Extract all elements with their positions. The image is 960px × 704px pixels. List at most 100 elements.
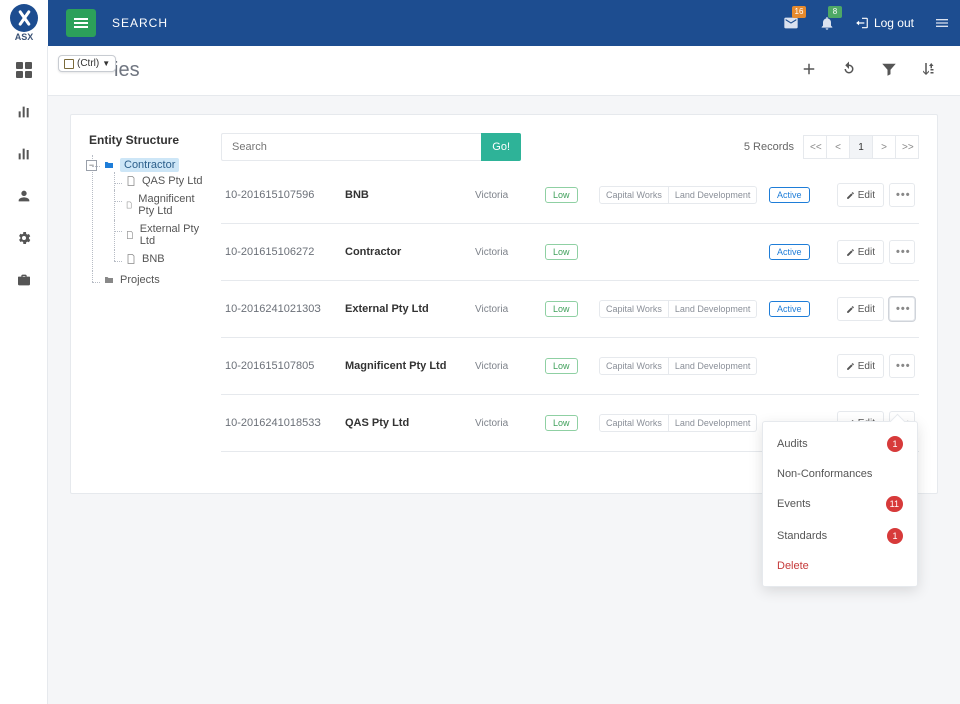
file-icon	[125, 253, 137, 265]
file-icon	[125, 229, 135, 241]
messages-count-badge: 16	[792, 6, 806, 18]
tree-node[interactable]: QAS Pty Ltd	[125, 175, 203, 187]
page-last[interactable]: >>	[895, 135, 919, 159]
table-row: 10-201615107596BNBVictoriaLowCapital Wor…	[221, 167, 919, 224]
pagination: << < 1 > >>	[804, 135, 919, 159]
search-input[interactable]	[221, 133, 481, 161]
refresh-button[interactable]	[840, 60, 858, 81]
chevron-down-icon: ▼	[102, 59, 110, 68]
menu-item[interactable]: Audits1	[763, 428, 917, 460]
menu-toggle-button[interactable]	[66, 9, 96, 37]
status-badge: Active	[769, 244, 810, 260]
rail-reports-1[interactable]	[14, 102, 34, 122]
edit-button[interactable]: Edit	[837, 354, 884, 378]
entity-id: 10-201615106272	[225, 246, 335, 258]
entity-tags: Capital WorksLand Development	[599, 414, 759, 432]
rail-briefcase[interactable]	[14, 270, 34, 290]
entity-tags: Capital WorksLand Development	[599, 186, 759, 204]
add-button[interactable]	[800, 60, 818, 81]
tree-node[interactable]: External Pty Ltd	[125, 223, 203, 247]
page-title: ies	[114, 59, 140, 82]
search-go-button[interactable]: Go!	[481, 133, 521, 161]
settings-drawer-button[interactable]	[924, 0, 960, 46]
more-button[interactable]: •••	[889, 354, 915, 378]
record-count: 5 Records	[744, 141, 794, 153]
more-button[interactable]: •••	[889, 183, 915, 207]
clipboard-icon	[64, 59, 74, 69]
tag[interactable]: Capital Works	[599, 357, 669, 375]
entity-region: Victoria	[475, 190, 535, 201]
messages-button[interactable]: 16	[773, 0, 809, 46]
entity-tree: Entity Structure − Contractor QAS Pty Lt…	[89, 133, 203, 475]
search-label[interactable]: SEARCH	[112, 16, 168, 30]
entity-tags: Capital WorksLand Development	[599, 357, 759, 375]
entity-region: Victoria	[475, 247, 535, 258]
logout-button[interactable]: Log out	[855, 16, 914, 30]
left-rail	[0, 46, 48, 704]
rail-reports-2[interactable]	[14, 144, 34, 164]
pencil-icon	[846, 362, 855, 371]
entity-name[interactable]: External Pty Ltd	[345, 303, 465, 315]
table-row: 10-201615106272 Contractor Victoria Low Acti…	[221, 224, 919, 281]
top-bar: ASX SEARCH 16 8 Log out	[0, 0, 960, 46]
entity-region: Victoria	[475, 418, 535, 429]
table-row: 10-201615107805Magnificent Pty LtdVictor…	[221, 338, 919, 395]
tag[interactable]: Land Development	[669, 186, 758, 204]
page-prev[interactable]: <	[826, 135, 850, 159]
count-badge: 1	[887, 528, 903, 544]
content-area: Entity Structure − Contractor QAS Pty Lt…	[48, 96, 960, 704]
page-current[interactable]: 1	[849, 135, 873, 159]
risk-pill: Low	[545, 301, 578, 317]
tag[interactable]: Capital Works	[599, 186, 669, 204]
entity-id: 10-201615107596	[225, 189, 335, 201]
filter-button[interactable]	[880, 60, 898, 81]
brand-logo[interactable]: ASX	[0, 0, 48, 46]
rail-dashboard[interactable]	[14, 60, 34, 80]
folder-open-icon	[103, 159, 115, 171]
page-first[interactable]: <<	[803, 135, 827, 159]
tag[interactable]: Capital Works	[599, 300, 669, 318]
entity-name[interactable]: Contractor	[345, 246, 465, 258]
menu-item[interactable]: Standards1	[763, 520, 917, 552]
tree-node-projects[interactable]: Projects	[103, 274, 203, 286]
entity-name[interactable]: BNB	[345, 189, 465, 201]
status-badge: Active	[769, 301, 810, 317]
entity-name[interactable]: Magnificent Pty Ltd	[345, 360, 465, 372]
rail-users[interactable]	[14, 186, 34, 206]
pencil-icon	[846, 191, 855, 200]
tree-node-contractor[interactable]: Contractor	[103, 158, 203, 172]
menu-item[interactable]: Events11	[763, 488, 917, 520]
more-button[interactable]: •••	[889, 240, 915, 264]
edit-button[interactable]: Edit	[837, 240, 884, 264]
notifications-button[interactable]: 8	[809, 0, 845, 46]
rail-settings[interactable]	[14, 228, 34, 248]
status-badge: Active	[769, 187, 810, 203]
row-more-menu: Audits1Non-ConformancesEvents11Standards…	[762, 421, 918, 587]
tree-node[interactable]: Magnificent Pty Ltd	[125, 193, 203, 217]
tag[interactable]: Land Development	[669, 357, 758, 375]
file-icon	[125, 175, 137, 187]
edit-button[interactable]: Edit	[837, 297, 884, 321]
entity-region: Victoria	[475, 304, 535, 315]
tag[interactable]: Capital Works	[599, 414, 669, 432]
page-next[interactable]: >	[872, 135, 896, 159]
menu-item[interactable]: Non-Conformances	[763, 460, 917, 488]
tag[interactable]: Land Development	[669, 300, 758, 318]
entity-id: 10-201624102130З	[225, 303, 335, 315]
tag[interactable]: Land Development	[669, 414, 758, 432]
entity-name[interactable]: QAS Pty Ltd	[345, 417, 465, 429]
risk-pill: Low	[545, 358, 578, 374]
clipboard-ctrl-pill[interactable]: (Ctrl) ▼	[58, 55, 116, 72]
tree-node[interactable]: BNB	[125, 253, 203, 265]
sort-button[interactable]	[920, 60, 938, 81]
entity-id: 10-201624101853З	[225, 417, 335, 429]
page-actions	[800, 60, 938, 81]
more-button[interactable]: •••	[889, 297, 915, 321]
risk-pill: Low	[545, 244, 578, 260]
menu-item[interactable]: Delete	[763, 552, 917, 580]
entity-tags: Capital WorksLand Development	[599, 300, 759, 318]
risk-pill: Low	[545, 415, 578, 431]
count-badge: 1	[887, 436, 903, 452]
tree-toggle[interactable]: −	[86, 160, 97, 171]
edit-button[interactable]: Edit	[837, 183, 884, 207]
